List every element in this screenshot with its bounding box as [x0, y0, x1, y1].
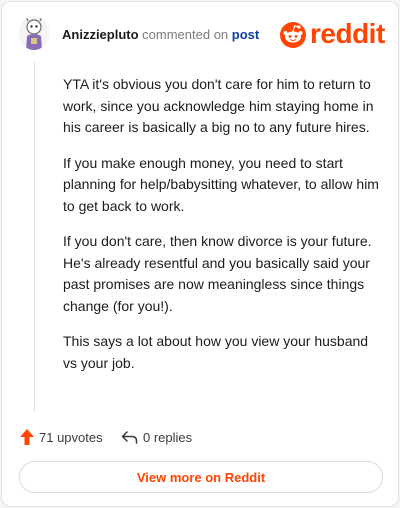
username-link[interactable]: Anizziepluto [62, 27, 139, 42]
comment-paragraph: This says a lot about how you view your … [63, 333, 369, 371]
comment-embed-card: Anizziepluto commented on post reddit YT… [1, 1, 399, 507]
comment-paragraph: YTA it's obvious you don't care for him … [63, 76, 374, 135]
upvotes-count: 71 upvotes [39, 429, 103, 445]
avatar-icon [19, 16, 49, 50]
action-text: commented on [142, 27, 229, 42]
comment-paragraph: If you make enough money, you need to st… [63, 154, 379, 214]
reddit-wordmark: reddit [310, 18, 385, 49]
reddit-logo-icon [280, 22, 306, 48]
upvote-button[interactable]: 71 upvotes [19, 426, 103, 448]
post-link[interactable]: post [232, 27, 259, 42]
comment-body: YTA it's obvious you don't care for him … [63, 74, 383, 388]
comment-paragraph: If you don't care, then know divorce is … [63, 233, 372, 314]
comment-header: Anizziepluto commented on post reddit [2, 2, 400, 62]
replies-count: 0 replies [143, 429, 193, 445]
upvote-arrow-icon [20, 429, 34, 445]
reddit-logo[interactable]: reddit [278, 18, 386, 51]
thread-line [34, 62, 35, 412]
reply-icon [121, 431, 138, 444]
byline: Anizziepluto commented on post [62, 27, 259, 43]
replies-button[interactable]: 0 replies [121, 426, 192, 448]
view-more-button[interactable]: View more on Reddit [19, 461, 383, 493]
comment-actions: 71 upvotes 0 replies [19, 426, 379, 448]
avatar[interactable] [19, 16, 49, 50]
